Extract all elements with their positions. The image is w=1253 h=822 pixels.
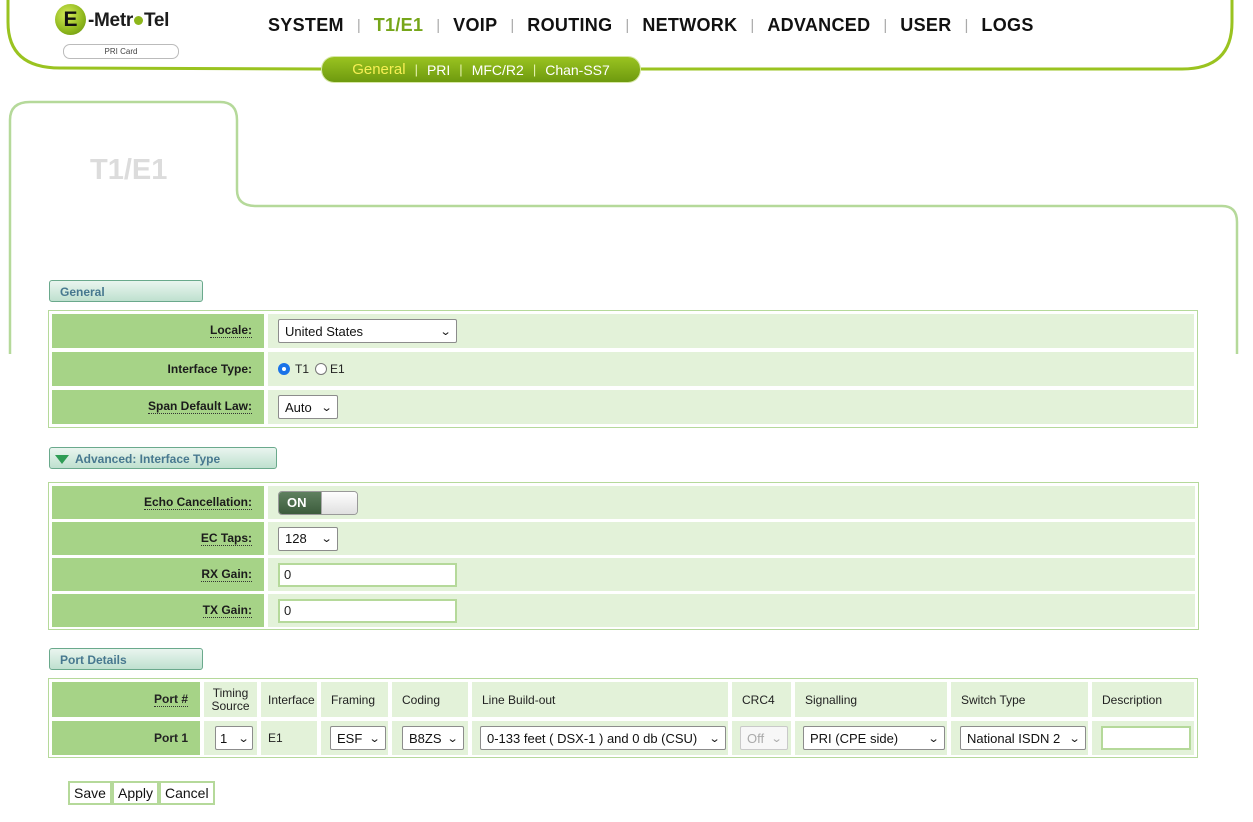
- port-details-table: Port # Timing Source Interface Framing Co…: [48, 678, 1198, 758]
- locale-row: Locale: United States ⌄: [52, 314, 1194, 348]
- subnav-mfcr2[interactable]: MFC/R2: [472, 62, 524, 78]
- chevron-down-icon: ⌄: [927, 732, 940, 745]
- logo-letter: E: [55, 4, 86, 35]
- crc4-header: CRC4: [732, 682, 791, 717]
- nav-voip[interactable]: VOIP: [453, 15, 497, 36]
- interface-value: E1: [261, 721, 317, 755]
- tx-gain-row: TX Gain: 0: [52, 594, 1195, 627]
- switch-type-select[interactable]: National ISDN 2 ⌄: [960, 726, 1086, 750]
- signalling-select[interactable]: PRI (CPE side) ⌄: [803, 726, 945, 750]
- radio-t1[interactable]: [278, 363, 290, 375]
- subnav-chan-ss7[interactable]: Chan-SS7: [545, 62, 610, 78]
- line-buildout-select[interactable]: 0-133 feet ( DSX-1 ) and 0 db (CSU) ⌄: [480, 726, 726, 750]
- chevron-down-icon: ⌄: [320, 401, 333, 414]
- chevron-down-icon: ⌄: [368, 732, 381, 745]
- nav-network[interactable]: NETWORK: [642, 15, 737, 36]
- span-default-law-row: Span Default Law: Auto ⌄: [52, 390, 1194, 424]
- ec-taps-label: EC Taps:: [200, 530, 252, 546]
- section-tab-port-details[interactable]: Port Details: [49, 648, 203, 670]
- description-header: Description: [1092, 682, 1194, 717]
- coding-header: Coding: [392, 682, 468, 717]
- nav-user[interactable]: USER: [900, 15, 951, 36]
- coding-select[interactable]: B8ZS ⌄: [402, 726, 464, 750]
- chevron-down-icon: ⌄: [446, 732, 459, 745]
- interface-header: Interface: [261, 682, 317, 717]
- chevron-down-icon: ⌄: [1068, 732, 1081, 745]
- logo[interactable]: E -Metr Tel PRI Card: [55, 4, 195, 60]
- nav-advanced[interactable]: ADVANCED: [767, 15, 870, 36]
- chevron-down-icon: ⌄: [439, 325, 452, 338]
- subnav-general[interactable]: General: [352, 61, 405, 78]
- expand-triangle-icon: [55, 455, 69, 464]
- timing-source-select[interactable]: 1 ⌄: [215, 726, 253, 750]
- port-1-label: Port 1: [153, 730, 188, 745]
- echo-cancellation-toggle[interactable]: ON: [278, 490, 358, 515]
- logo-wordmark: -Metr Tel: [88, 10, 170, 31]
- rx-gain-label: RX Gain:: [201, 566, 252, 582]
- interface-type-row: Interface Type: T1 E1: [52, 352, 1194, 386]
- page-title: T1/E1: [90, 154, 168, 186]
- crc4-select[interactable]: Off ⌄: [740, 726, 788, 750]
- nav-system[interactable]: SYSTEM: [268, 15, 344, 36]
- ec-taps-select[interactable]: 128 ⌄: [278, 526, 338, 551]
- framing-select[interactable]: ESF ⌄: [330, 726, 386, 750]
- rx-gain-input[interactable]: 0: [278, 562, 457, 587]
- tx-gain-label: TX Gain:: [202, 602, 252, 618]
- chevron-down-icon: ⌄: [237, 732, 250, 745]
- radio-e1-label: E1: [330, 362, 345, 376]
- nav-routing[interactable]: ROUTING: [527, 15, 612, 36]
- timing-source-header: Timing Source: [204, 682, 257, 717]
- line-buildout-header: Line Build-out: [472, 682, 728, 717]
- radio-t1-label: T1: [295, 362, 310, 376]
- locale-label: Locale:: [209, 323, 252, 338]
- port-header: Port #: [153, 691, 188, 707]
- chevron-down-icon: ⌄: [770, 732, 783, 745]
- save-button[interactable]: Save: [68, 781, 112, 805]
- span-default-law-select[interactable]: Auto ⌄: [278, 395, 338, 419]
- ec-taps-row: EC Taps: 128 ⌄: [52, 522, 1195, 555]
- framing-header: Framing: [321, 682, 388, 717]
- rx-gain-row: RX Gain: 0: [52, 558, 1195, 591]
- section-tab-advanced[interactable]: Advanced: Interface Type: [49, 447, 277, 469]
- locale-select[interactable]: United States ⌄: [278, 319, 457, 343]
- nav-logs[interactable]: LOGS: [981, 15, 1033, 36]
- sub-nav: General | PRI | MFC/R2 | Chan-SS7: [322, 57, 640, 82]
- main-nav: SYSTEM | T1/E1 | VOIP | ROUTING | NETWOR…: [268, 14, 1034, 36]
- logo-badge: PRI Card: [63, 44, 179, 59]
- chevron-down-icon: ⌄: [708, 732, 721, 745]
- tx-gain-input[interactable]: 0: [278, 598, 457, 623]
- span-default-law-label: Span Default Law:: [147, 399, 252, 414]
- apply-button[interactable]: Apply: [112, 781, 160, 805]
- section-tab-general[interactable]: General: [49, 280, 203, 302]
- nav-t1e1[interactable]: T1/E1: [374, 15, 424, 36]
- radio-e1[interactable]: [315, 363, 328, 375]
- interface-type-label: Interface Type:: [167, 361, 252, 376]
- signalling-header: Signalling: [795, 682, 947, 717]
- chevron-down-icon: ⌄: [320, 533, 333, 545]
- subnav-pri[interactable]: PRI: [427, 62, 450, 78]
- description-input[interactable]: [1101, 726, 1191, 750]
- echo-cancellation-label: Echo Cancellation:: [143, 494, 252, 510]
- general-panel: Locale: United States ⌄ Interface Type: T…: [48, 310, 1198, 428]
- advanced-panel: Echo Cancellation: ON EC Taps: 128 ⌄ RX G…: [48, 482, 1199, 630]
- echo-cancellation-row: Echo Cancellation: ON: [52, 486, 1195, 519]
- switch-type-header: Switch Type: [951, 682, 1088, 717]
- cancel-button[interactable]: Cancel: [159, 781, 215, 805]
